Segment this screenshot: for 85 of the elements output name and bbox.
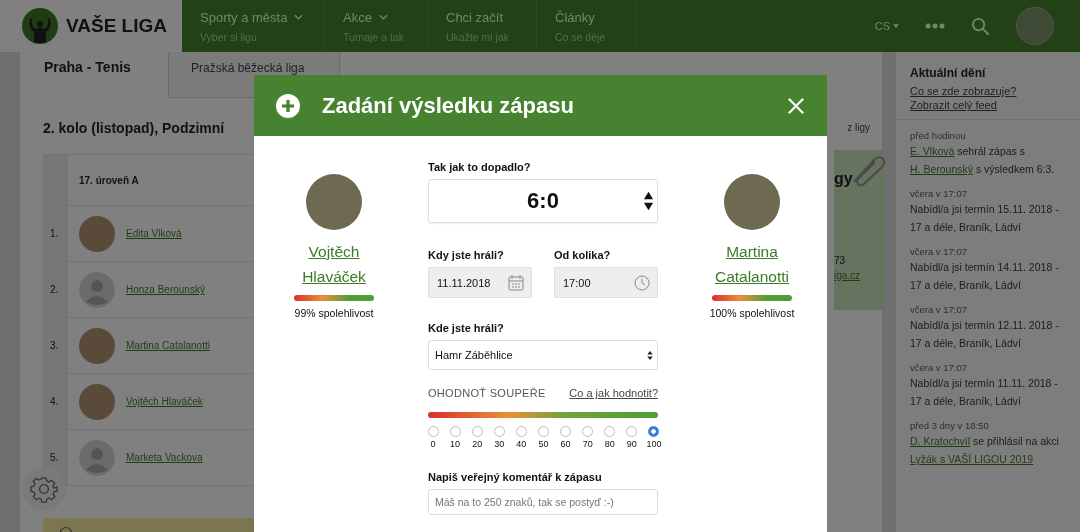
plus-icon: [276, 93, 300, 118]
more-icon[interactable]: [925, 23, 945, 29]
updown-icon: [647, 349, 653, 361]
rating-option[interactable]: 100: [643, 426, 664, 449]
round-title: 2. kolo (listopad), Podzimní: [43, 120, 225, 136]
photo-placeholder: [79, 327, 115, 364]
player-link[interactable]: Vojtěch Hlaváček: [279, 239, 389, 289]
avatar-silhouette-icon: [79, 271, 115, 308]
date-field[interactable]: 11.11.2018: [428, 267, 532, 298]
feed-link[interactable]: D. Kratochvíl: [910, 435, 971, 447]
group-header: 17. úroveň A: [78, 173, 139, 188]
feed-title: Aktuální dění: [910, 66, 987, 80]
player-link[interactable]: Vojtěch Hlaváček: [126, 396, 203, 407]
feed-time: včera v 17:07: [910, 188, 969, 199]
calendar-icon: [508, 274, 524, 291]
feed-text: D. Kratochvíl se přihlásil na akci Lyžák s VAŠÍ LIGOU 2019: [910, 434, 1060, 467]
photo-placeholder: [79, 383, 115, 420]
player-link[interactable]: Marketa Vackova: [126, 452, 203, 463]
feed-time: před 3 dny v 18:50: [910, 420, 990, 431]
rating-option[interactable]: 0: [423, 426, 443, 449]
feed-time: včera v 17:07: [910, 246, 969, 257]
rank-cell: 4.: [44, 374, 68, 429]
reliability-text: 100% spolehlivost: [709, 307, 795, 319]
score-input[interactable]: 6:0: [428, 179, 658, 223]
settings-icon: [29, 474, 59, 504]
rating-help-link[interactable]: Co a jak hodnotit?: [569, 387, 658, 399]
feed-time: včera v 17:07: [910, 362, 969, 373]
feed-text: Nabídl/a jsi termín 15.11. 2018 - 17 a déle, Braník, Ládví: [910, 202, 1060, 235]
league-link[interactable]: z ligy: [847, 122, 870, 133]
feed-text: E. Vlková sehrál zápas s H. Berounský s výsledkem 6:3.: [910, 144, 1056, 177]
feed-link[interactable]: H. Berounský: [910, 163, 974, 175]
rating-option[interactable]: 40: [511, 426, 532, 449]
feed-link[interactable]: E. Vlková: [910, 145, 955, 157]
note-phone: 73: [834, 255, 846, 266]
chevron-down-icon: [378, 14, 388, 20]
search-icon[interactable]: [971, 16, 990, 36]
rating-option[interactable]: 50: [533, 426, 554, 449]
photo-placeholder: [79, 215, 115, 252]
chevron-down-icon: [294, 14, 304, 20]
logo-icon[interactable]: [22, 8, 58, 44]
rating-option[interactable]: 60: [555, 426, 576, 449]
dialog-title: Zadání výsledku zápasu: [322, 92, 574, 119]
time-field[interactable]: 17:00: [554, 267, 658, 298]
rating-option[interactable]: 10: [445, 426, 466, 449]
avatar-silhouette-icon: [79, 439, 115, 476]
feed-link[interactable]: Zobrazit celý feed: [910, 99, 1080, 111]
comment-field[interactable]: Máš na to 250 znaků, tak se postyď :-): [428, 489, 658, 515]
feed-link[interactable]: Co se zde zobrazuje?: [910, 85, 1080, 97]
feed-text: Nabídl/a jsi termín 12.11. 2018 - 17 a déle, Braník, Ládví: [910, 318, 1060, 351]
player-link[interactable]: Martina Catalanotti: [697, 239, 807, 289]
clock-icon: [634, 274, 650, 291]
note-heading: gy: [834, 170, 853, 188]
photo-placeholder: [724, 174, 780, 230]
rating-label: OHODNOŤ SOUPEŘE: [428, 387, 546, 399]
language-dropdown[interactable]: CS: [874, 20, 899, 32]
rank-cell: 3.: [44, 318, 68, 373]
rank-cell: 1.: [44, 206, 68, 261]
field-label: Tak jak to dopadlo?: [428, 161, 532, 173]
field-label: Kde jste hráli?: [428, 322, 505, 334]
rank-cell: 2.: [44, 262, 68, 317]
logo-text[interactable]: VAŠE LIGA: [66, 15, 167, 37]
feed-link[interactable]: Lyžák s VAŠÍ LIGOU 2019: [910, 453, 1034, 465]
field-label: Kdy jste hráli?: [428, 249, 505, 261]
spinner-icon: [643, 190, 654, 212]
feed-text: Nabídl/a jsi termín 11.11. 2018 - 17 a déle, Braník, Ládví: [910, 376, 1059, 409]
player-link[interactable]: Honza Berounský: [126, 284, 205, 295]
player-link[interactable]: Martina Catalanotti: [126, 340, 210, 351]
reliability-text: 99% spolehlivost: [294, 307, 374, 319]
feed-time: včera v 17:07: [910, 304, 969, 315]
field-label: Od kolika?: [554, 249, 612, 261]
player-link[interactable]: Edita Vlková: [126, 228, 182, 239]
place-select[interactable]: Hamr Záběhlice: [428, 340, 658, 370]
field-label: Napiš veřejný komentář k zápasu: [428, 471, 603, 483]
tab[interactable]: Praha - Tenis: [43, 52, 168, 98]
note-link[interactable]: iga.cz: [834, 270, 861, 281]
rating-option[interactable]: 30: [489, 426, 510, 449]
rating-option[interactable]: 20: [467, 426, 488, 449]
rating-option[interactable]: 70: [577, 426, 598, 449]
feed-time: před hodinou: [910, 130, 967, 141]
close-icon[interactable]: [787, 96, 805, 115]
caret-icon: [893, 24, 899, 28]
feed-text: Nabídl/a jsi termín 14.11. 2018 - 17 a déle, Braník, Ládví: [910, 260, 1060, 293]
photo-placeholder: [306, 174, 362, 230]
rating-option[interactable]: 90: [621, 426, 642, 449]
rating-option[interactable]: 80: [599, 426, 620, 449]
